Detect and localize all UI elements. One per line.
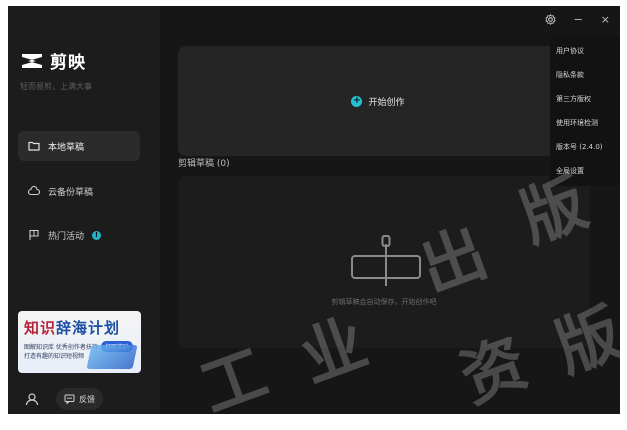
drafts-empty-area: 剪辑草稿会自动保存，开始创作吧 [178,176,590,348]
empty-drafts-text: 剪辑草稿会自动保存，开始创作吧 [331,298,437,306]
sidebar-item-cloud-drafts[interactable]: 云备份草稿 [18,176,140,206]
start-creating-button[interactable]: + 开始创作 [178,46,578,156]
empty-timeline-icon [351,235,421,286]
cloud-icon [28,185,40,197]
folder-icon [28,140,40,152]
settings-button[interactable] [544,13,556,25]
menu-item-global-settings[interactable]: 全局设置 [556,166,584,176]
start-creating-label: 开始创作 [368,97,405,108]
settings-dropdown-menu: 用户协议 隐私条款 第三方版权 使用环境检测 版本号 (2.4.0) 全局设置 [550,36,620,186]
banner-title-part2: 辞海计划 [56,319,121,337]
app-slogan: 轻而易剪，上满大事 [20,82,92,91]
minimize-button[interactable]: − [574,13,583,26]
sidebar-item-label: 本地草稿 [48,142,85,153]
capcut-logo-icon [22,53,42,68]
gear-icon [544,13,556,25]
feedback-label: 反馈 [79,394,95,404]
sidebar-item-local-drafts[interactable]: 本地草稿 [18,131,140,161]
notification-badge: ! [92,230,102,240]
flag-icon [28,229,40,241]
user-avatar-button[interactable] [22,389,42,409]
menu-item-user-agreement[interactable]: 用户协议 [556,46,584,56]
sidebar-item-label: 热门活动 [48,231,85,242]
feedback-icon [64,394,75,404]
menu-item-env-check[interactable]: 使用环境检测 [556,118,598,128]
banner-line-2: 打造有趣的知识短视频 [24,353,85,360]
feedback-button[interactable]: 反馈 [56,388,103,410]
drafts-section-title: 剪辑草稿 (0) [178,159,230,169]
banner-map-illustration [86,345,138,369]
app-name: 剪映 [50,53,86,73]
app-window: 剪映 轻而易剪，上满大事 本地草稿 云备份草稿 热门活动 ! 知识辞海计划 图解… [8,6,620,414]
sidebar-item-hot-events[interactable]: 热门活动 ! [18,220,140,250]
user-icon [25,393,39,406]
sidebar-item-label: 云备份草稿 [48,187,94,198]
banner-title: 知识辞海计划 [24,317,120,338]
banner-line-1: 图解知识库 优秀创作者扶持 [24,344,98,351]
menu-item-version[interactable]: 版本号 (2.4.0) [556,142,603,152]
sidebar: 剪映 轻而易剪，上满大事 本地草稿 云备份草稿 热门活动 ! 知识辞海计划 图解… [8,6,160,414]
banner-title-part1: 知识 [24,319,57,337]
menu-item-privacy[interactable]: 隐私条款 [556,70,584,80]
plus-icon: + [351,95,363,107]
menu-item-third-party[interactable]: 第三方版权 [556,94,591,104]
app-logo: 剪映 [20,48,86,73]
window-controls: − × [544,6,620,32]
promo-banner[interactable]: 知识辞海计划 图解知识库 优秀创作者扶持 打造有趣的知识短视频 领取奖励 [18,311,141,373]
close-button[interactable]: × [601,13,610,26]
